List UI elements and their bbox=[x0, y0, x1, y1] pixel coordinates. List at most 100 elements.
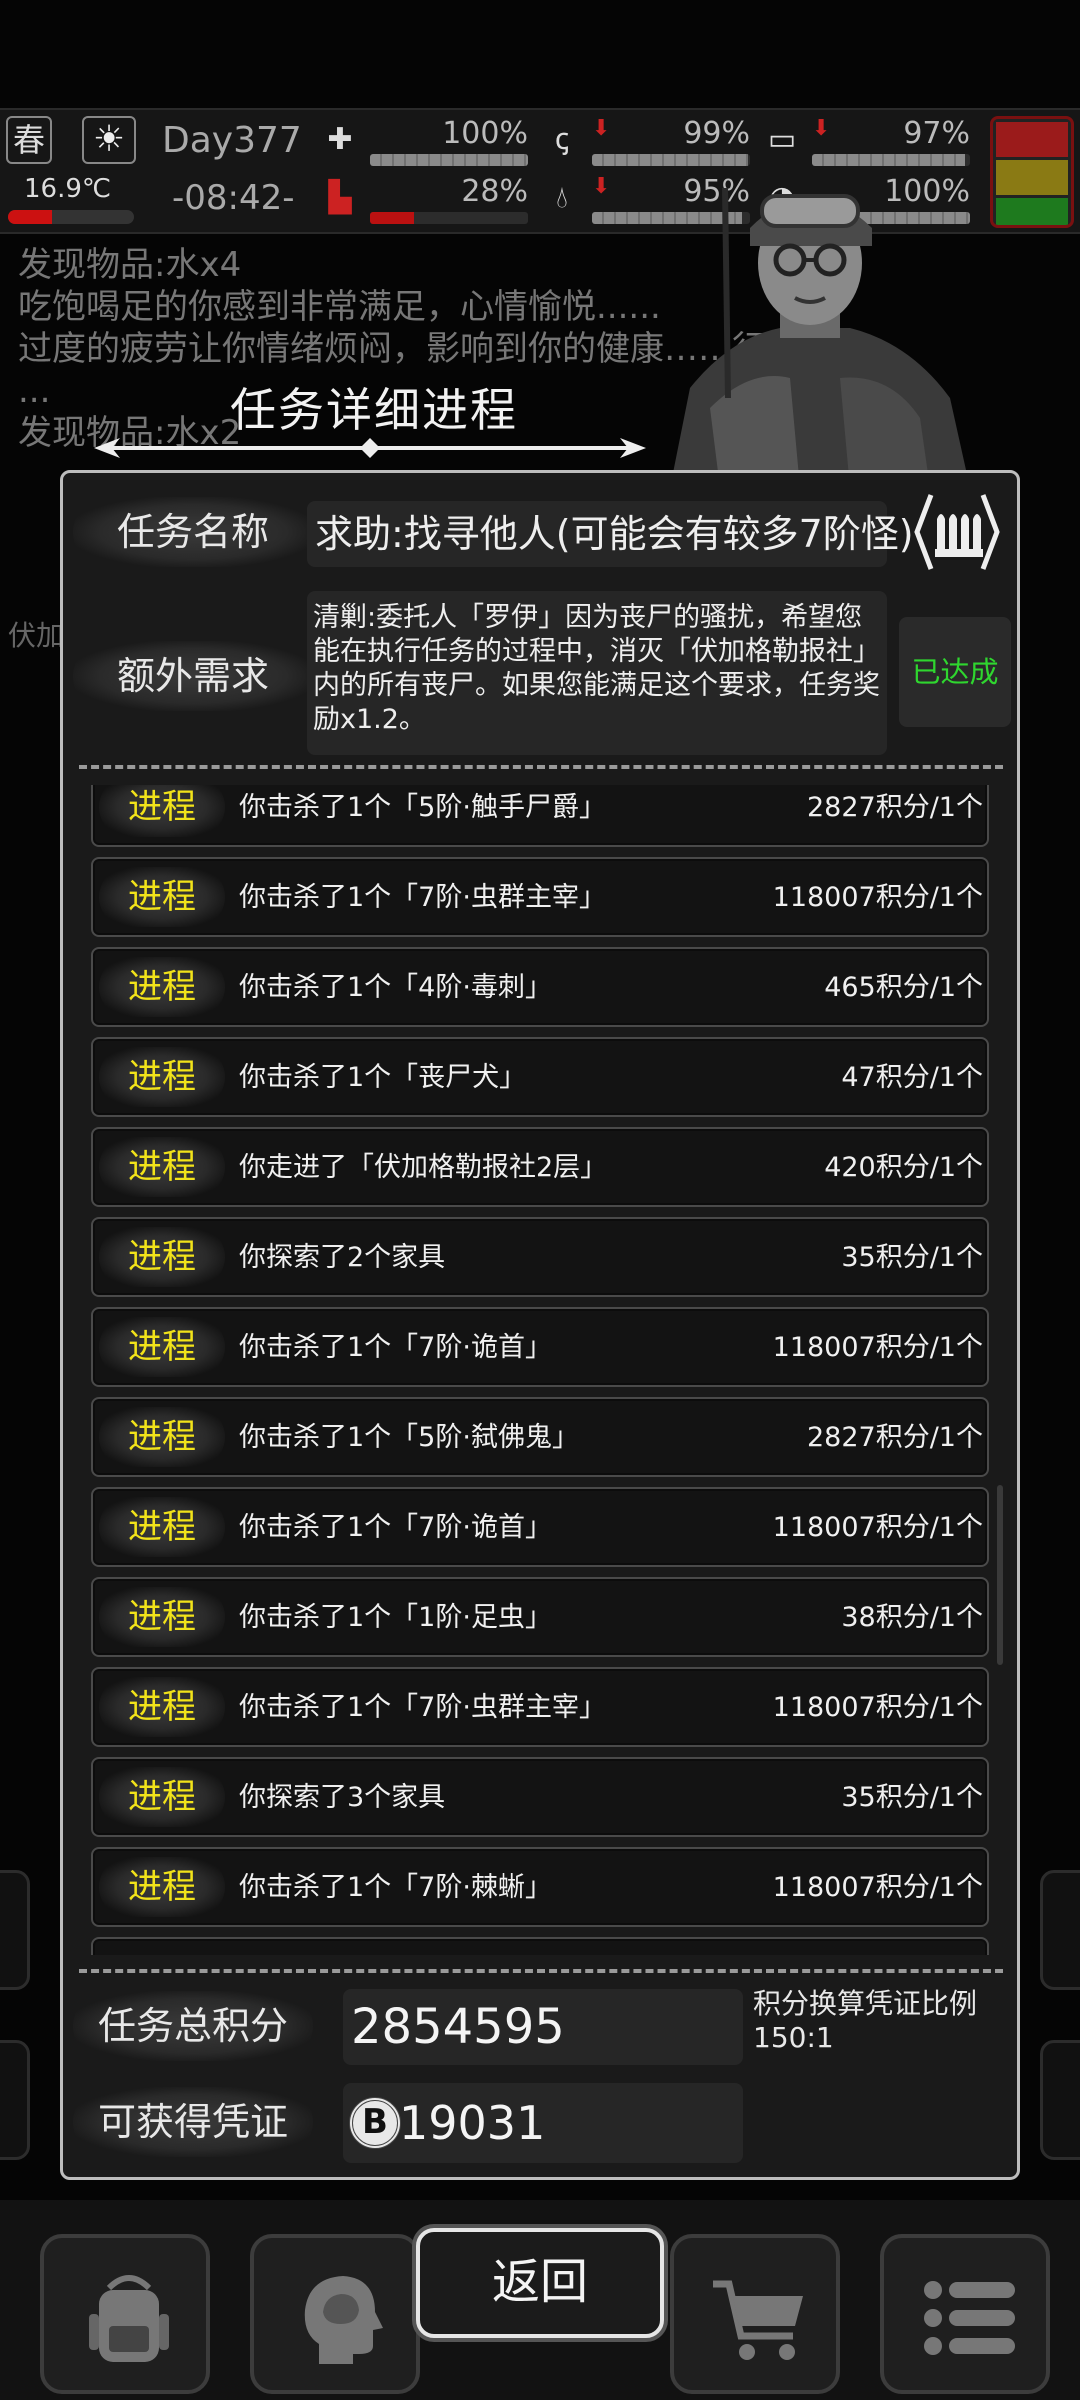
total-score-value: 2854595 bbox=[343, 1989, 743, 2065]
water-drop-icon: 💧︎ bbox=[556, 180, 568, 215]
progress-desc: 你击杀了1个「7阶·诡首」 bbox=[239, 1512, 552, 1543]
progress-desc: 你击杀了1个「5阶·弑佛鬼」 bbox=[239, 1422, 579, 1453]
extra-req-label: 额外需求 bbox=[73, 641, 313, 711]
conversion-ratio: 积分换算凭证比例 150:1 bbox=[753, 1987, 977, 2055]
progress-desc: 你探索了2个家具 bbox=[239, 1242, 446, 1273]
left-side-button[interactable] bbox=[0, 2040, 30, 2160]
dialog-heading: 任务详细进程 bbox=[90, 370, 650, 466]
right-side-button[interactable] bbox=[1040, 2040, 1080, 2160]
progress-desc: 你探索了3个家具 bbox=[239, 1782, 446, 1813]
list-scrollbar[interactable] bbox=[997, 1485, 1003, 1665]
progress-points: 118007积分/1个 bbox=[772, 882, 983, 913]
cart-icon bbox=[713, 2280, 803, 2360]
brain-head-icon bbox=[304, 2276, 383, 2364]
progress-points: 465积分/1个 bbox=[824, 972, 983, 1003]
progress-desc: 你击杀了1个「丧尸犬」 bbox=[239, 1062, 527, 1093]
progress-row: 进程 你击杀了1个「7阶·棘蜥」 118007积分/1个 bbox=[91, 1847, 989, 1927]
stat-energy-value: 97% bbox=[903, 116, 970, 151]
progress-points: 2827积分/1个 bbox=[807, 792, 983, 823]
progress-points: 35积分/1个 bbox=[841, 1242, 983, 1273]
game-clock: -08:42- bbox=[172, 178, 295, 218]
progress-tag: 进程 bbox=[99, 1767, 225, 1827]
progress-points: 118007积分/1个 bbox=[772, 1692, 983, 1723]
temperature-bar bbox=[8, 210, 134, 224]
season-indicator[interactable]: 春 bbox=[6, 116, 52, 164]
location-label: 伏加 bbox=[8, 619, 65, 652]
progress-points: 38积分/1个 bbox=[841, 1602, 983, 1633]
stat-health[interactable]: ✚ 100% bbox=[318, 116, 528, 168]
season-label: 春 bbox=[12, 121, 45, 159]
danger-level-red bbox=[996, 122, 1068, 157]
stat-health-value: 100% bbox=[442, 116, 528, 151]
conversion-ratio-value: 150:1 bbox=[753, 2021, 834, 2054]
skills-button[interactable] bbox=[250, 2234, 420, 2394]
stat-stamina[interactable]: ▙ 28% bbox=[318, 174, 528, 226]
progress-row: 进程 你击杀了1个「7阶·虫群主宰」 118007积分/1个 bbox=[91, 857, 989, 937]
sun-icon[interactable]: ☀ bbox=[82, 116, 136, 164]
stat-health-bar-fill bbox=[370, 154, 528, 166]
divider bbox=[79, 765, 1003, 769]
task-name-label: 任务名称 bbox=[73, 497, 313, 567]
progress-points: 35积分/1个 bbox=[841, 1782, 983, 1813]
backpack-button[interactable] bbox=[40, 2234, 210, 2394]
battery-icon: ▭ bbox=[767, 122, 797, 157]
credit-label: 可获得凭证 bbox=[73, 2087, 313, 2157]
shop-button[interactable] bbox=[670, 2234, 840, 2394]
progress-row: 进程 你探索了3个家具 35积分/1个 bbox=[91, 1757, 989, 1837]
down-arrow-icon: ⬇ bbox=[592, 116, 611, 141]
down-arrow-icon: ⬇ bbox=[812, 116, 831, 141]
stat-hunger-value: 99% bbox=[683, 116, 750, 151]
backpack-icon bbox=[89, 2275, 169, 2362]
progress-desc: 你击杀了1个「7阶·虫群主宰」 bbox=[239, 882, 606, 913]
progress-tag: 进程 bbox=[99, 1677, 225, 1737]
divider bbox=[79, 1969, 1003, 1973]
temperature-bar-fill bbox=[8, 210, 53, 224]
back-button[interactable]: 返回 bbox=[416, 2228, 664, 2338]
progress-desc: 你击杀了1个「7阶·诡首」 bbox=[239, 1332, 552, 1363]
task-detail-panel: 任务名称 求助:找寻他人(可能会有较多7阶怪) 额外需求 清剿:委托人「罗伊」因… bbox=[60, 470, 1020, 2180]
danger-level-yellow bbox=[996, 159, 1068, 195]
progress-row: 进程 你击杀了1个「5阶·触手尸爵」 2827积分/1个 bbox=[91, 785, 989, 847]
progress-tag: 进程 bbox=[99, 957, 225, 1017]
progress-tag: 进程 bbox=[99, 1137, 225, 1197]
progress-list[interactable]: 进程 你击杀了1个「5阶·触手尸爵」 2827积分/1个 进程 你击杀了1个「7阶·虫… bbox=[79, 785, 1007, 1955]
soldier-portrait bbox=[670, 187, 970, 488]
stat-health-bar bbox=[370, 154, 528, 166]
progress-row: 进程 你击杀了1个「1阶·足虫」 38积分/1个 bbox=[91, 1577, 989, 1657]
progress-tag: 进程 bbox=[99, 1857, 225, 1917]
progress-row: 进程 你探索了2个家具 35积分/1个 bbox=[91, 1217, 989, 1297]
stat-hunger-bar bbox=[592, 154, 750, 166]
progress-points: 118007积分/1个 bbox=[772, 1332, 983, 1363]
left-side-button[interactable] bbox=[0, 1870, 30, 1990]
menu-button[interactable] bbox=[880, 2234, 1050, 2394]
progress-tag: 进程 bbox=[99, 867, 225, 927]
stat-energy-bar bbox=[812, 154, 970, 166]
progress-desc: 你击杀了1个「7阶·虫群主宰」 bbox=[239, 1692, 606, 1723]
progress-tag: 进程 bbox=[99, 1047, 225, 1107]
ammo-icon[interactable] bbox=[913, 489, 1001, 575]
progress-points: 118007积分/1个 bbox=[772, 1512, 983, 1543]
progress-row: 进程 你走进了「伏加格勒报社2层」 420积分/1个 bbox=[91, 1127, 989, 1207]
stat-energy[interactable]: ▭ ⬇ 97% bbox=[760, 116, 970, 168]
total-score-label: 任务总积分 bbox=[73, 1991, 313, 2061]
progress-desc: 你走进了「伏加格勒报社2层」 bbox=[239, 1152, 608, 1183]
conversion-ratio-label: 积分换算凭证比例 bbox=[753, 1987, 978, 2020]
requirement-status-badge: 已达成 bbox=[899, 617, 1011, 727]
stat-hunger[interactable]: ꞔ ⬇ 99% bbox=[540, 116, 750, 168]
progress-points: 47积分/1个 bbox=[841, 1062, 983, 1093]
menu-list-icon bbox=[924, 2281, 1015, 2355]
credit-box: B 19031 bbox=[343, 2083, 743, 2163]
dialog-title: 任务详细进程 bbox=[230, 383, 518, 437]
danger-level-indicator[interactable] bbox=[990, 116, 1074, 228]
extra-req-text: 清剿:委托人「罗伊」因为丧尸的骚扰，希望您能在执行任务的过程中，消灭「伏加格勒报… bbox=[307, 591, 887, 755]
progress-row: 进程 你击杀了1个「5阶·弑佛鬼」 2827积分/1个 bbox=[91, 1397, 989, 1477]
progress-tag: 进程 bbox=[99, 1317, 225, 1377]
progress-desc: 你击杀了1个「5阶·触手尸爵」 bbox=[239, 792, 606, 823]
progress-tag: 进程 bbox=[99, 1497, 225, 1557]
boot-icon: ▙ bbox=[328, 180, 352, 215]
stat-stamina-bar bbox=[370, 212, 528, 224]
temperature-value: 16.9℃ bbox=[24, 174, 112, 204]
task-name-value: 求助:找寻他人(可能会有较多7阶怪) bbox=[307, 501, 914, 567]
progress-row-partial bbox=[91, 1937, 989, 1955]
right-side-button[interactable] bbox=[1040, 1870, 1080, 1990]
